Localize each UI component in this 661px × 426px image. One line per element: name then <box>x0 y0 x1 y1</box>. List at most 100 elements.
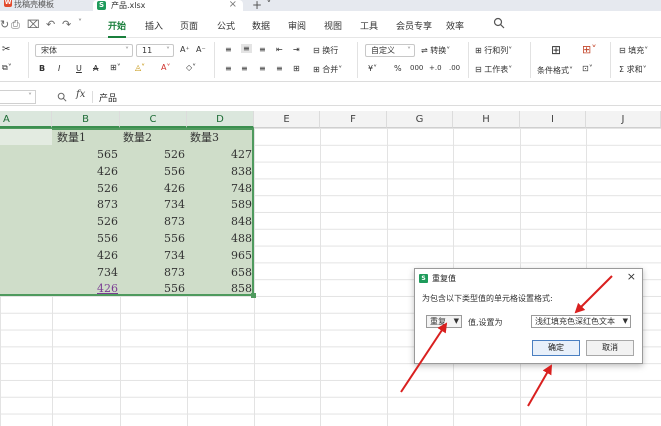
name-box[interactable]: ˅ <box>0 90 36 104</box>
align-left-icon[interactable]: ≡ <box>225 64 232 73</box>
close-icon[interactable]: × <box>627 270 636 283</box>
number-format-select[interactable]: 自定义 ˅ <box>365 44 415 57</box>
data-cell[interactable]: 426 <box>135 181 185 197</box>
redo-icon[interactable]: ↻ <box>0 18 9 31</box>
wrap-text-button[interactable]: ⊟ 换行 <box>313 45 338 56</box>
justify-icon[interactable]: ≡ <box>276 64 283 73</box>
active-cell[interactable] <box>0 129 52 145</box>
format-style-select[interactable]: 浅红填充色深红色文本 ▼ <box>531 315 631 328</box>
thousands-icon[interactable]: 000 <box>410 64 423 72</box>
data-cell[interactable]: 526 <box>68 214 118 230</box>
font-color-icon[interactable]: A˅ <box>161 63 170 72</box>
formula-input[interactable]: 产品 <box>99 91 117 104</box>
strikethrough-button[interactable]: A <box>93 64 98 73</box>
row-col-button[interactable]: ⊞ 行和列˅ <box>475 45 512 56</box>
conditional-format-button[interactable]: 条件格式˅ <box>537 65 573 76</box>
menu-formula[interactable]: 公式 <box>217 19 235 32</box>
align-center-icon[interactable]: ≡ <box>241 64 248 73</box>
close-tab-icon[interactable]: × <box>229 0 237 10</box>
col-header-g[interactable]: G <box>387 111 453 128</box>
align-top-icon[interactable]: ≡ <box>225 45 232 54</box>
menu-page[interactable]: 页面 <box>180 19 198 32</box>
conditional-format-icon[interactable]: ⊞ <box>551 43 561 57</box>
italic-button[interactable]: I <box>58 64 60 73</box>
data-cell[interactable]: 848 <box>202 214 252 230</box>
col-header-b[interactable]: B <box>52 111 120 128</box>
data-cell[interactable]: 426 <box>68 248 118 264</box>
cut-icon[interactable]: ✂ <box>2 44 10 55</box>
fill-button[interactable]: ⊟ 填充˅ <box>619 45 648 56</box>
format-painter-icon[interactable]: ⧉˅ <box>2 63 12 73</box>
underline-button[interactable]: U <box>76 64 82 73</box>
data-cell[interactable]: 426 <box>68 164 118 180</box>
cell-style-icon[interactable]: ⊞˅ <box>582 43 597 56</box>
currency-icon[interactable]: ¥˅ <box>368 64 377 73</box>
cell-header-2[interactable]: 数量2 <box>123 129 152 146</box>
data-cell[interactable]: 526 <box>68 181 118 197</box>
fx-icon[interactable]: fx <box>76 89 85 100</box>
data-cell[interactable]: 565 <box>68 147 118 163</box>
undo-icon[interactable]: ↶ <box>46 18 55 31</box>
merge-button[interactable]: ⊞ 合并˅ <box>313 64 342 75</box>
fill-color-icon[interactable]: ◬˅ <box>135 63 145 72</box>
indent-decrease-icon[interactable]: ⇤ <box>276 45 283 54</box>
worksheet-button[interactable]: ⊟ 工作表˅ <box>475 64 512 75</box>
col-header-f[interactable]: F <box>320 111 387 128</box>
data-cell[interactable]: 526 <box>135 147 185 163</box>
ok-button[interactable]: 确定 <box>532 340 580 356</box>
decrease-decimal-icon[interactable]: .00 <box>449 64 460 72</box>
tab-active-file[interactable]: S 产品.xlsx × <box>93 0 243 11</box>
data-cell[interactable]: 965 <box>202 248 252 264</box>
data-cell[interactable]: 556 <box>135 164 185 180</box>
align-middle-icon[interactable]: ≡ <box>241 44 252 53</box>
print-icon[interactable]: ⎙ <box>11 18 20 32</box>
bold-button[interactable]: B <box>39 64 45 73</box>
menu-data[interactable]: 数据 <box>252 19 270 32</box>
menu-member[interactable]: 会员专享 <box>396 19 432 32</box>
border-icon[interactable]: ⊞˅ <box>110 63 121 72</box>
col-header-d[interactable]: D <box>187 111 254 128</box>
increase-font-icon[interactable]: A⁺ <box>180 45 190 54</box>
menu-insert[interactable]: 插入 <box>145 19 163 32</box>
data-cell[interactable]: 748 <box>202 181 252 197</box>
data-cell[interactable]: 873 <box>135 214 185 230</box>
value-type-select[interactable]: 重复 ▼ <box>426 315 462 328</box>
menu-home[interactable]: 开始 <box>108 19 127 38</box>
col-header-j[interactable]: J <box>586 111 661 128</box>
data-cell[interactable]: 734 <box>135 248 185 264</box>
align-right-icon[interactable]: ≡ <box>259 64 266 73</box>
data-cell[interactable]: 589 <box>202 197 252 213</box>
data-cell[interactable]: 873 <box>135 265 185 281</box>
preview-icon[interactable]: ⌧ <box>27 18 40 31</box>
data-cell[interactable]: 838 <box>202 164 252 180</box>
redo2-icon[interactable]: ↷ <box>62 18 71 31</box>
data-cell[interactable]: 426 <box>68 281 118 297</box>
convert-button[interactable]: ⇌ 转换˅ <box>421 45 450 56</box>
data-cell[interactable]: 858 <box>202 281 252 297</box>
data-cell[interactable]: 734 <box>135 197 185 213</box>
menu-review[interactable]: 审阅 <box>288 19 306 32</box>
clear-icon[interactable]: ◇˅ <box>186 63 196 72</box>
data-cell[interactable]: 556 <box>135 281 185 297</box>
menu-view[interactable]: 视图 <box>324 19 342 32</box>
data-cell[interactable]: 556 <box>135 231 185 247</box>
data-cell[interactable]: 873 <box>68 197 118 213</box>
col-header-a[interactable]: A <box>0 111 52 128</box>
percent-button[interactable]: % <box>394 64 402 73</box>
decrease-font-icon[interactable]: A⁻ <box>196 45 206 54</box>
font-size-select[interactable]: 11 ˅ <box>136 44 174 57</box>
cell-header-1[interactable]: 数量1 <box>57 129 86 146</box>
indent-increase-icon[interactable]: ⇥ <box>293 45 300 54</box>
cancel-button[interactable]: 取消 <box>586 340 634 356</box>
distribute-icon[interactable]: ⊞ <box>293 64 300 73</box>
col-header-c[interactable]: C <box>120 111 187 128</box>
data-cell[interactable]: 488 <box>202 231 252 247</box>
data-cell[interactable]: 556 <box>68 231 118 247</box>
search-icon[interactable] <box>493 17 505 29</box>
font-name-select[interactable]: 宋体 ˅ <box>35 44 133 57</box>
sum-button[interactable]: Σ 求和˅ <box>619 64 647 75</box>
col-header-e[interactable]: E <box>254 111 320 128</box>
increase-decimal-icon[interactable]: +.0 <box>429 64 442 72</box>
tab-template[interactable]: W 找稿壳模板 <box>0 0 88 9</box>
data-cell[interactable]: 734 <box>68 265 118 281</box>
